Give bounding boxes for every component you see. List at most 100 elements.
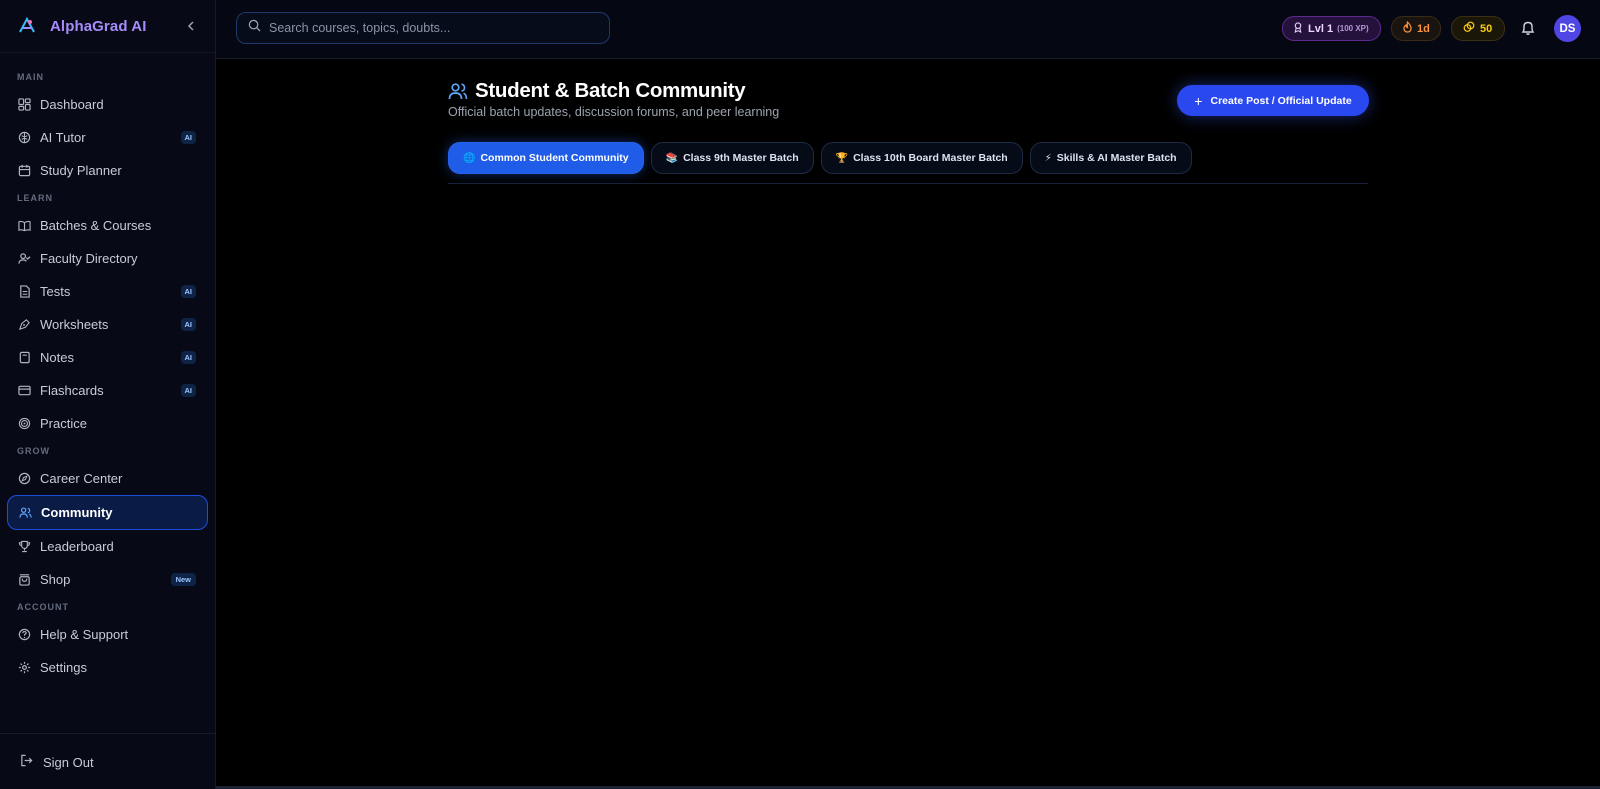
sidebar-item-ai-tutor[interactable]: AI Tutor AI <box>0 121 215 154</box>
sidebar-item-label: Batches & Courses <box>40 218 152 233</box>
tabs-divider <box>448 183 1368 184</box>
sidebar-item-label: Tests <box>40 284 71 299</box>
sidebar-item-career[interactable]: Career Center <box>0 462 215 495</box>
target-icon <box>17 417 31 431</box>
page-header: Student & Batch Community <box>448 79 746 103</box>
ai-badge: AI <box>180 384 196 397</box>
tab-label: Common Student Community <box>480 152 629 164</box>
tab-label: Skills & AI Master Batch <box>1056 152 1177 164</box>
sidebar-item-practice[interactable]: Practice <box>0 407 215 440</box>
tab-class-9th[interactable]: 📚 Class 9th Master Batch <box>650 142 814 174</box>
create-post-label: Create Post / Official Update <box>1210 94 1352 107</box>
sidebar-item-flashcards[interactable]: Flashcards AI <box>0 374 215 407</box>
sidebar-item-label: Dashboard <box>40 97 104 112</box>
page-subtitle: Official batch updates, discussion forum… <box>448 105 780 119</box>
users-icon <box>18 506 32 520</box>
sidebar-item-worksheets[interactable]: Worksheets AI <box>0 308 215 341</box>
sidebar-item-label: Worksheets <box>40 317 109 332</box>
coins-icon <box>1463 21 1475 36</box>
section-label-learn: LEARN <box>17 193 53 203</box>
brain-icon <box>17 131 31 145</box>
sidebar-item-dashboard[interactable]: Dashboard <box>0 88 215 121</box>
user-check-icon <box>17 252 31 266</box>
book-open-icon <box>17 219 31 233</box>
brand-logo-icon <box>16 15 38 37</box>
sidebar: AlphaGrad AI MAIN Dashboard AI Tutor AI … <box>0 0 216 789</box>
trophy-icon: 🏆 <box>835 152 849 164</box>
sidebar-item-help[interactable]: Help & Support <box>0 618 215 651</box>
log-out-icon <box>20 754 33 770</box>
sidebar-item-label: Career Center <box>40 471 123 486</box>
sidebar-item-label: Faculty Directory <box>40 251 138 266</box>
tab-common-community[interactable]: 🌐 Common Student Community <box>448 142 644 174</box>
streak-pill[interactable]: 1d <box>1391 16 1441 41</box>
credit-card-icon <box>17 384 31 398</box>
bell-icon[interactable] <box>1519 19 1537 37</box>
level-xp: (100 XP) <box>1337 24 1369 33</box>
globe-icon: 🌐 <box>463 152 476 164</box>
notebook-icon <box>17 351 31 365</box>
app-root: AlphaGrad AI MAIN Dashboard AI Tutor AI … <box>0 0 1600 789</box>
calendar-icon <box>17 164 31 178</box>
section-label-account: ACCOUNT <box>17 602 69 612</box>
sidebar-item-label: Study Planner <box>40 163 122 178</box>
sidebar-item-tests[interactable]: Tests AI <box>0 275 215 308</box>
sidebar-item-label: Settings <box>40 660 87 675</box>
trophy-icon <box>17 540 31 554</box>
main-content: Student & Batch Community Official batch… <box>216 59 1600 789</box>
sidebar-item-settings[interactable]: Settings <box>0 651 215 684</box>
gear-icon <box>17 661 31 675</box>
ai-badge: AI <box>180 351 196 364</box>
section-label-main: MAIN <box>17 72 44 82</box>
ai-badge: AI <box>180 318 196 331</box>
plus-icon: + <box>1194 92 1203 109</box>
search-box[interactable] <box>236 12 610 44</box>
level-label: Lvl 1 <box>1308 22 1334 35</box>
sidebar-item-label: Help & Support <box>40 627 129 642</box>
tab-class-10th[interactable]: 🏆 Class 10th Board Master Batch <box>820 142 1023 174</box>
collapse-sidebar-icon[interactable] <box>182 17 200 35</box>
topbar: Lvl 1 (100 XP) 1d 50 DS <box>216 0 1600 59</box>
help-circle-icon <box>17 628 31 642</box>
avatar[interactable]: DS <box>1554 15 1581 42</box>
medal-icon <box>1293 21 1303 36</box>
sidebar-item-label: Community <box>41 505 113 520</box>
sidebar-item-label: Notes <box>40 350 74 365</box>
users-icon <box>448 81 468 101</box>
sidebar-item-study-planner[interactable]: Study Planner <box>0 154 215 187</box>
streak-value: 1d <box>1417 22 1430 35</box>
search-input[interactable] <box>269 21 589 35</box>
sidebar-nav: MAIN Dashboard AI Tutor AI Study Planner… <box>0 53 215 684</box>
sidebar-item-leaderboard[interactable]: Leaderboard <box>0 530 215 563</box>
coins-value: 50 <box>1480 22 1493 35</box>
sidebar-item-label: Practice <box>40 416 87 431</box>
search-icon <box>248 19 261 37</box>
ai-badge: AI <box>180 131 196 144</box>
dashboard-icon <box>17 98 31 112</box>
section-label-grow: GROW <box>17 446 50 456</box>
sign-out-button[interactable]: Sign Out <box>20 754 94 770</box>
create-post-button[interactable]: + Create Post / Official Update <box>1177 85 1369 116</box>
lightning-icon: ⚡ <box>1044 152 1052 164</box>
books-icon: 📚 <box>665 152 679 164</box>
sidebar-item-notes[interactable]: Notes AI <box>0 341 215 374</box>
sidebar-item-faculty[interactable]: Faculty Directory <box>0 242 215 275</box>
page-title: Student & Batch Community <box>475 79 746 102</box>
sidebar-item-label: AI Tutor <box>40 130 86 145</box>
coins-pill[interactable]: 50 <box>1451 16 1505 41</box>
sidebar-item-shop[interactable]: Shop New <box>0 563 215 596</box>
level-pill[interactable]: Lvl 1 (100 XP) <box>1282 16 1381 41</box>
sidebar-item-label: Leaderboard <box>40 539 114 554</box>
file-text-icon <box>17 285 31 299</box>
sidebar-item-community[interactable]: Community <box>7 495 208 530</box>
shopping-bag-icon <box>17 573 31 587</box>
sidebar-item-label: Flashcards <box>40 383 104 398</box>
tab-skills-ai[interactable]: ⚡ Skills & AI Master Batch <box>1029 142 1192 174</box>
community-tabs: 🌐 Common Student Community 📚 Class 9th M… <box>448 142 1199 174</box>
flame-icon <box>1402 20 1413 36</box>
tab-label: Class 10th Board Master Batch <box>853 152 1008 164</box>
sign-out-label: Sign Out <box>43 754 94 770</box>
ai-badge: AI <box>180 285 196 298</box>
new-badge: New <box>170 573 196 586</box>
sidebar-item-batches[interactable]: Batches & Courses <box>0 209 215 242</box>
